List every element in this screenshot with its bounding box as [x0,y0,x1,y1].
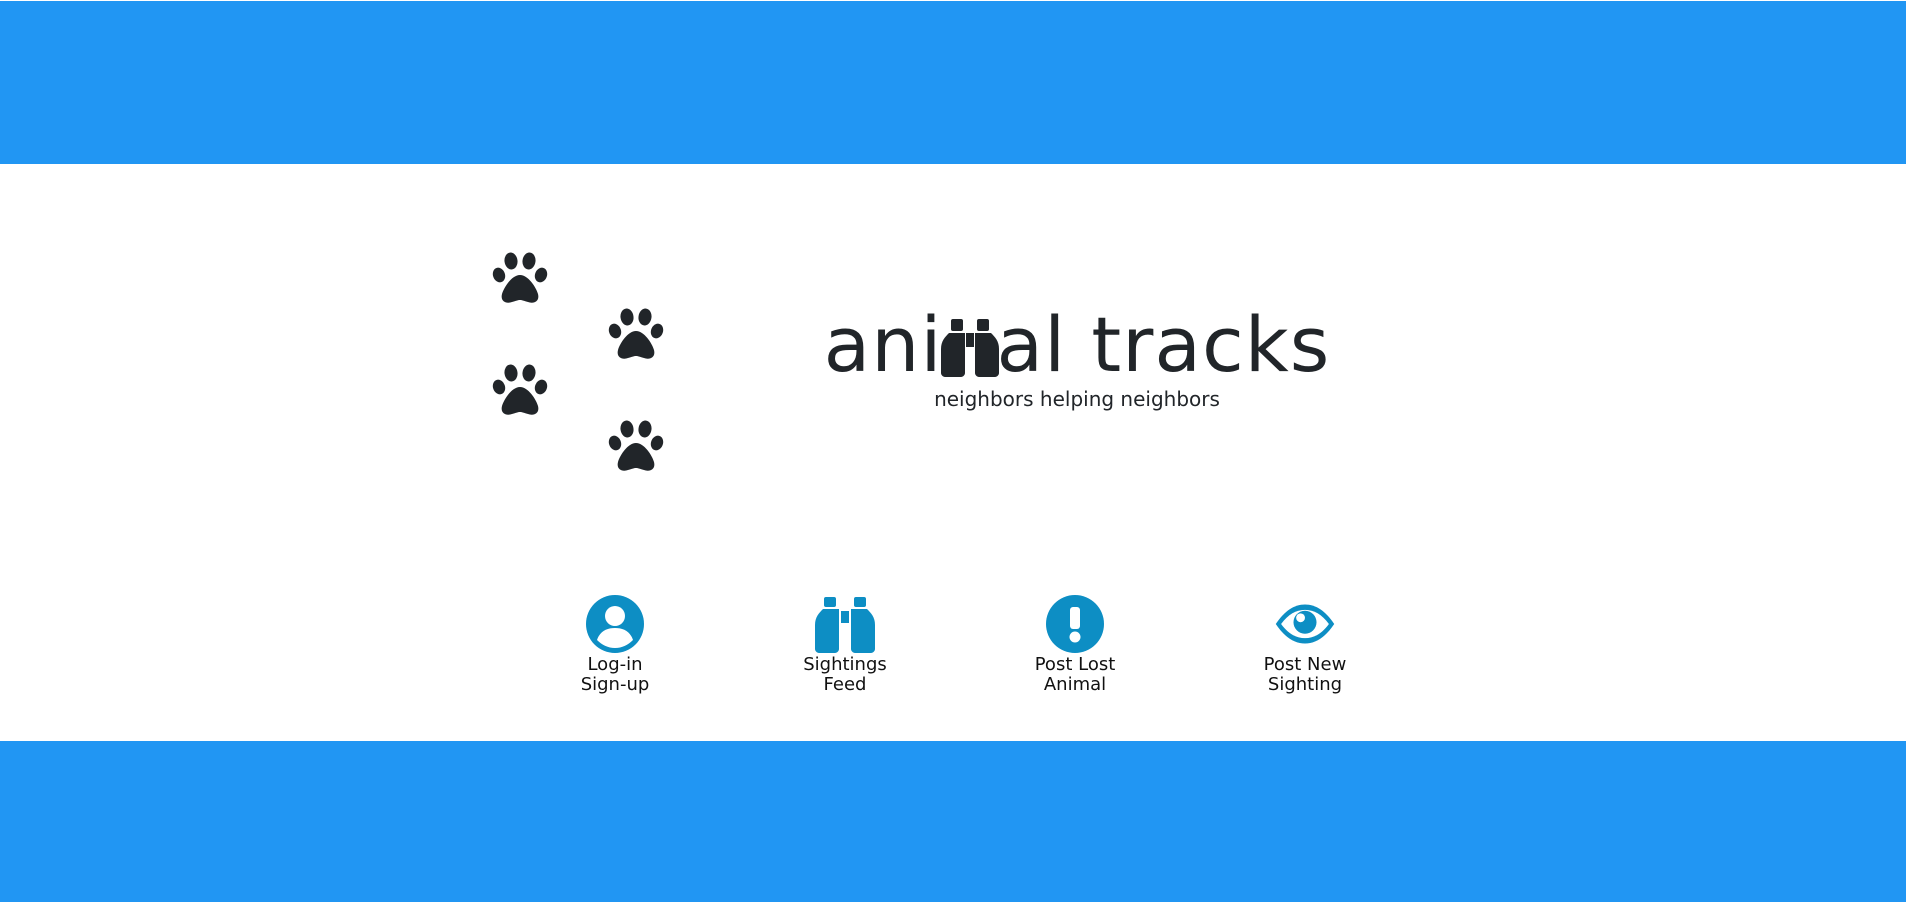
sightings-feed-button[interactable]: Sightings Feed [770,590,920,695]
exclamation-circle-icon [1044,593,1106,655]
paw-icon [491,251,549,305]
post-new-sighting-button[interactable]: Post New Sighting [1230,590,1380,695]
bottom-banner [0,741,1906,902]
paw-icon [491,363,549,417]
login-label-line2: Sign-up [580,674,650,695]
login-label-line1: Log-in [587,654,643,675]
top-banner [0,1,1906,164]
post-lost-animal-button[interactable]: Post Lost Animal [1000,590,1150,695]
login-signup-button[interactable]: Log-in Sign-up [540,590,690,695]
feed-label-line1: Sightings [803,654,887,675]
eye-icon [1274,593,1336,655]
site-title-start: ani [823,300,943,389]
feed-label-line2: Feed [823,674,867,695]
new-label-line1: Post New [1263,654,1347,675]
lost-label-line2: Animal [1043,674,1107,695]
binoculars-icon [940,315,999,377]
binoculars-icon [814,593,876,655]
new-label-line2: Sighting [1267,674,1343,695]
paw-icon [607,307,665,361]
site-title: ani al tracks [820,300,1334,390]
main-nav: Log-in Sign-up Sightings Feed Post Lost … [0,590,1906,710]
lost-label-line1: Post Lost [1034,654,1116,675]
paw-icon [607,419,665,473]
brand: ani al tracks neighbors helping neighbor… [820,300,1334,412]
site-title-end: al tracks [996,300,1331,389]
user-circle-icon [584,593,646,655]
